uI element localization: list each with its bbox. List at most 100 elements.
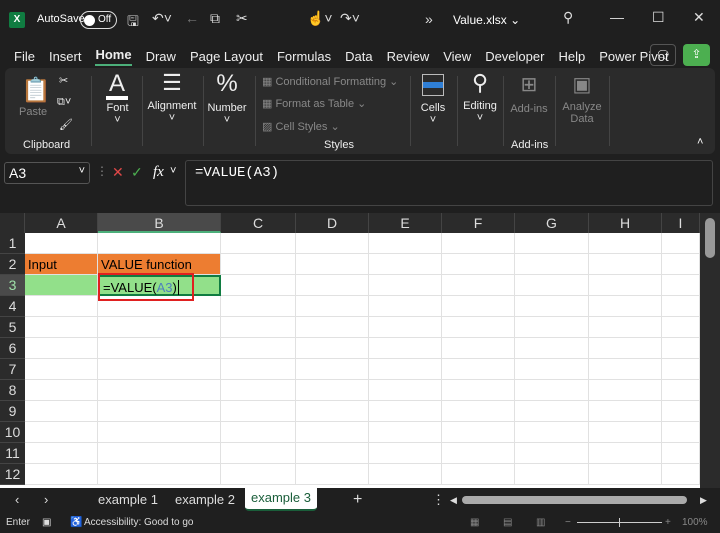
cell-D8[interactable] (296, 380, 369, 401)
tab-developer[interactable]: Developer (485, 49, 544, 64)
cell-A6[interactable] (25, 338, 98, 359)
page-layout-view-icon[interactable]: ▤ (503, 512, 512, 533)
formula-input[interactable]: =VALUE(A3) (185, 160, 713, 206)
row-header-7[interactable]: 7 (0, 359, 25, 380)
cell-B8[interactable] (98, 380, 221, 401)
cell-G2[interactable] (515, 254, 589, 275)
cells-button[interactable]: Cells ˅ (415, 68, 451, 154)
cell-D1[interactable] (296, 233, 369, 254)
file-name[interactable]: Value.xlsx ⌄ (453, 13, 520, 27)
add-sheet-icon[interactable]: + (353, 490, 362, 510)
cell-H11[interactable] (589, 443, 662, 464)
editing-button[interactable]: ⚲ Editing ˅ (460, 68, 500, 154)
cut-icon[interactable]: ✂ (236, 10, 248, 27)
zoom-out-icon[interactable]: − (565, 512, 571, 533)
cell-F12[interactable] (442, 464, 515, 485)
cell-H8[interactable] (589, 380, 662, 401)
cell-I11[interactable] (662, 443, 700, 464)
spreadsheet-grid[interactable]: A B C D E F G H I 1 2 Input VALUE function 3 =VALUE(A3… (0, 213, 700, 488)
cell-H1[interactable] (589, 233, 662, 254)
cell-C11[interactable] (221, 443, 296, 464)
cell-H4[interactable] (589, 296, 662, 317)
cell-F5[interactable] (442, 317, 515, 338)
cell-D6[interactable] (296, 338, 369, 359)
copy-icon[interactable]: ⧉ (210, 10, 220, 27)
cell-C8[interactable] (221, 380, 296, 401)
cell-H6[interactable] (589, 338, 662, 359)
cell-E7[interactable] (369, 359, 442, 380)
cell-H3[interactable] (589, 275, 662, 296)
cell-C5[interactable] (221, 317, 296, 338)
cell-G3[interactable] (515, 275, 589, 296)
cell-F7[interactable] (442, 359, 515, 380)
font-button[interactable]: A Font ˅ (95, 68, 140, 154)
cell-C10[interactable] (221, 422, 296, 443)
row-header-4[interactable]: 4 (0, 296, 25, 317)
name-box[interactable]: A3 ˅ (4, 162, 90, 184)
column-header-B[interactable]: B (98, 213, 221, 233)
cell-I5[interactable] (662, 317, 700, 338)
tab-formulas[interactable]: Formulas (277, 49, 331, 64)
cell-A10[interactable] (25, 422, 98, 443)
row-header-8[interactable]: 8 (0, 380, 25, 401)
cell-I2[interactable] (662, 254, 700, 275)
collapse-ribbon-icon[interactable]: ˄ (697, 136, 703, 148)
cell-F9[interactable] (442, 401, 515, 422)
column-header-C[interactable]: C (221, 213, 296, 233)
cell-A5[interactable] (25, 317, 98, 338)
cell-C6[interactable] (221, 338, 296, 359)
cell-G1[interactable] (515, 233, 589, 254)
column-header-H[interactable]: H (589, 213, 662, 233)
chevron-down-icon[interactable]: ˅ (170, 165, 176, 177)
cell-A3[interactable] (25, 275, 98, 296)
tab-review[interactable]: Review (387, 49, 430, 64)
row-header-12[interactable]: 12 (0, 464, 25, 485)
column-header-E[interactable]: E (369, 213, 442, 233)
cell-E1[interactable] (369, 233, 442, 254)
cell-A12[interactable] (25, 464, 98, 485)
cell-B5[interactable] (98, 317, 221, 338)
page-break-view-icon[interactable]: ▥ (536, 512, 545, 533)
paste-button[interactable]: Paste (19, 106, 47, 118)
number-button[interactable]: % Number ˅ (205, 68, 249, 154)
accessibility-status[interactable]: Accessibility: Good to go (84, 512, 194, 533)
cell-H9[interactable] (589, 401, 662, 422)
more-commands-icon[interactable]: » (425, 11, 433, 27)
column-header-I[interactable]: I (662, 213, 700, 233)
cell-E5[interactable] (369, 317, 442, 338)
cell-F2[interactable] (442, 254, 515, 275)
column-header-D[interactable]: D (296, 213, 369, 233)
cell-F10[interactable] (442, 422, 515, 443)
minimize-icon[interactable]: — (610, 9, 624, 25)
tab-home[interactable]: Home (95, 47, 132, 66)
cell-A1[interactable] (25, 233, 98, 254)
cell-B1[interactable] (98, 233, 221, 254)
cell-I10[interactable] (662, 422, 700, 443)
cell-B11[interactable] (98, 443, 221, 464)
row-header-11[interactable]: 11 (0, 443, 25, 464)
cell-E3[interactable] (369, 275, 442, 296)
cell-A8[interactable] (25, 380, 98, 401)
scroll-left-icon[interactable]: ◀ (450, 490, 457, 510)
cell-I8[interactable] (662, 380, 700, 401)
maximize-icon[interactable]: ☐ (652, 9, 665, 26)
cell-F4[interactable] (442, 296, 515, 317)
zoom-level[interactable]: 100% (682, 512, 708, 533)
cell-A2[interactable]: Input (25, 254, 98, 275)
sheet-tab-example-1[interactable]: example 1 (98, 490, 158, 510)
redo-icon[interactable]: ↷˅ (340, 10, 360, 27)
cell-E8[interactable] (369, 380, 442, 401)
add-ins-button[interactable]: Add-ins (505, 103, 553, 115)
cell-H10[interactable] (589, 422, 662, 443)
cell-D3[interactable] (296, 275, 369, 296)
sheet-tab-example-2[interactable]: example 2 (175, 490, 235, 510)
cell-B4[interactable] (98, 296, 221, 317)
cut-icon[interactable]: ✂ (59, 74, 68, 87)
cell-I4[interactable] (662, 296, 700, 317)
cell-D12[interactable] (296, 464, 369, 485)
share-button[interactable]: ⇪ (683, 44, 710, 66)
cell-E6[interactable] (369, 338, 442, 359)
cell-I6[interactable] (662, 338, 700, 359)
cell-I1[interactable] (662, 233, 700, 254)
cell-B10[interactable] (98, 422, 221, 443)
